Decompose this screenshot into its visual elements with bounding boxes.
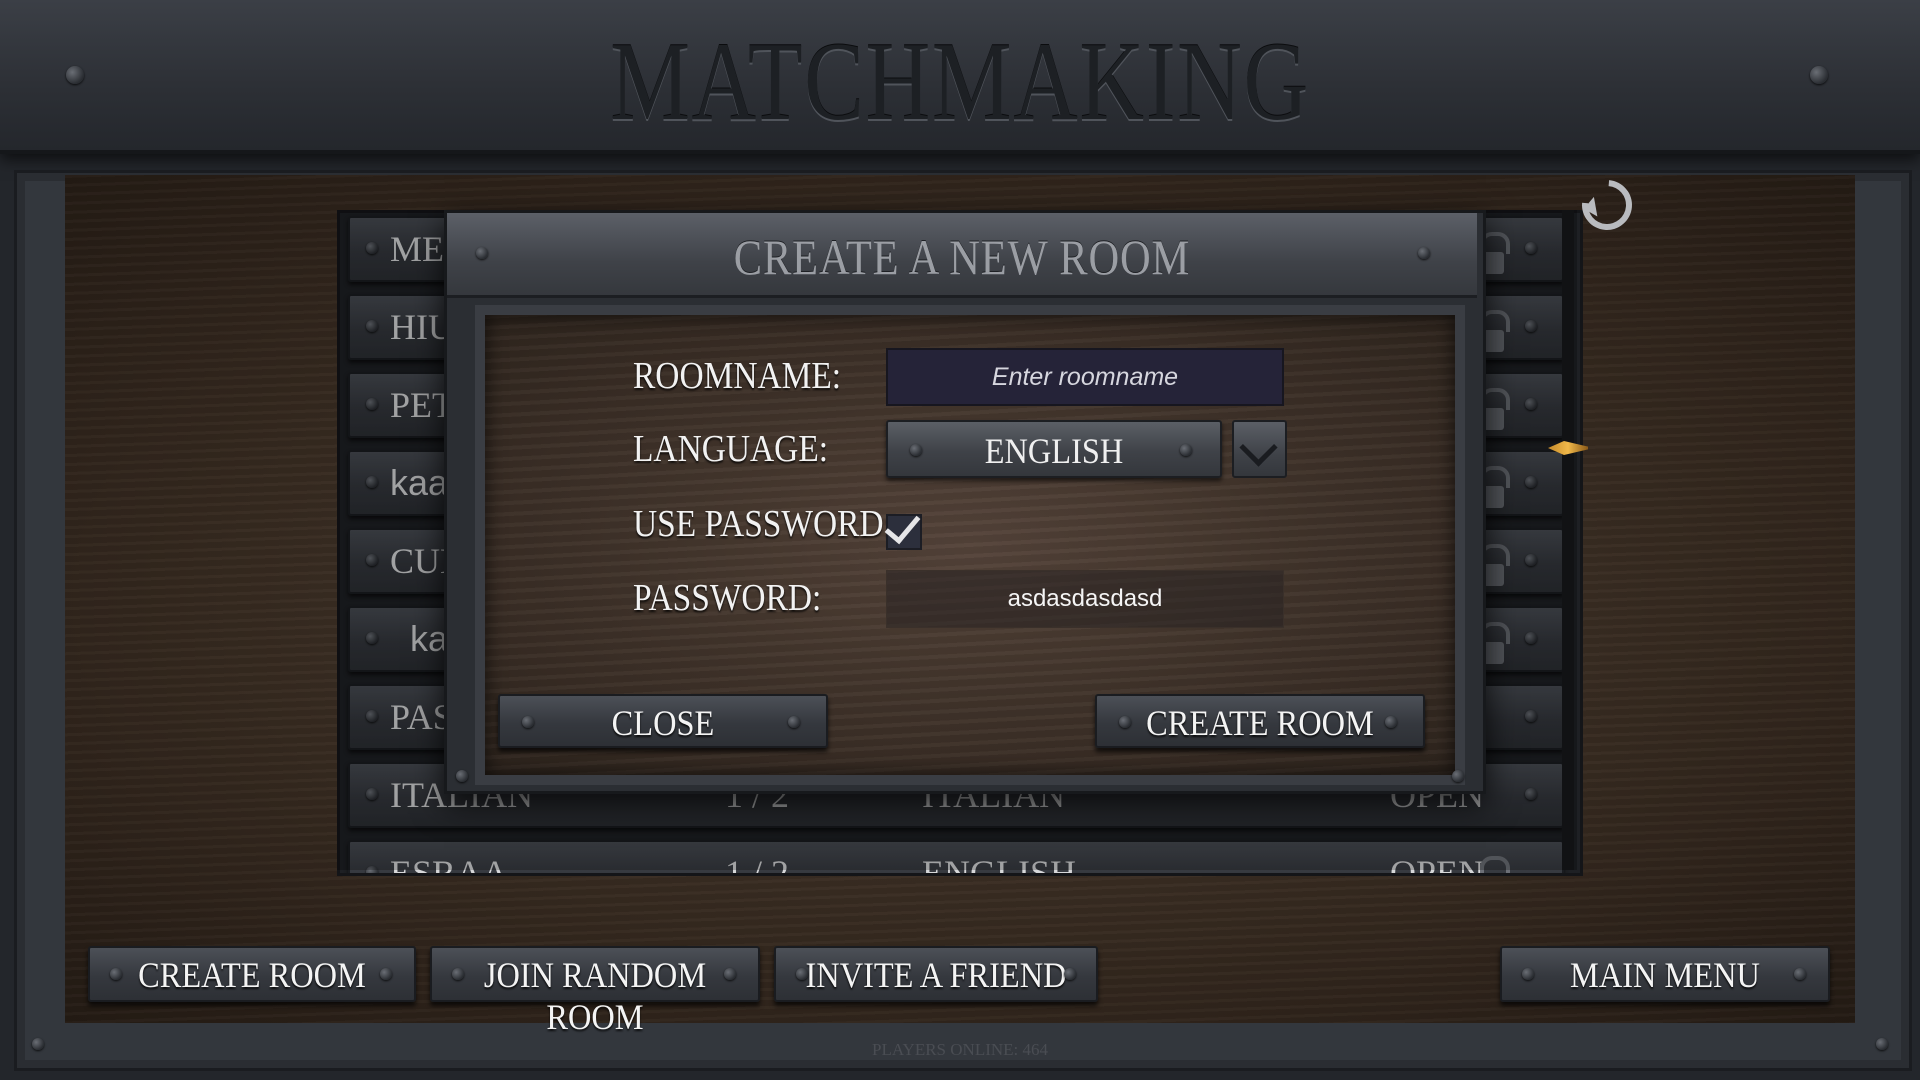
roomname-label: ROOMNAME:	[633, 355, 842, 397]
roomname-input[interactable]: Enter roomname	[886, 348, 1284, 406]
invite-friend-label: INVITE A FRIEND	[805, 955, 1067, 995]
language-label: LANGUAGE:	[633, 428, 829, 470]
players-online-text: PLAYERS ONLINE: 464	[872, 1040, 1048, 1059]
main-menu-label: MAIN MENU	[1570, 955, 1760, 995]
create-room-confirm-label: CREATE ROOM	[1146, 703, 1374, 743]
page-title: MATCHMAKING	[610, 20, 1310, 144]
join-random-room-button[interactable]: JOIN RANDOM ROOM	[430, 946, 760, 1037]
create-room-confirm-button[interactable]: CREATE ROOM	[1095, 694, 1425, 748]
rivet	[380, 968, 392, 980]
rivet	[66, 66, 84, 84]
create-room-button-label: CREATE ROOM	[138, 955, 366, 995]
create-room-button[interactable]: CREATE ROOM	[88, 946, 416, 1002]
rivet	[1810, 66, 1828, 84]
main-menu-button[interactable]: MAIN MENU	[1500, 946, 1830, 1002]
rivet	[1794, 968, 1806, 980]
invite-friend-button[interactable]: INVITE A FRIEND	[774, 946, 1098, 1002]
password-input[interactable]: asdasdasdasd	[886, 570, 1284, 628]
rivet	[788, 716, 800, 728]
rivet	[724, 968, 736, 980]
password-label: PASSWORD:	[633, 577, 822, 619]
join-random-room-label: JOIN RANDOM ROOM	[483, 955, 707, 1037]
close-button[interactable]: CLOSE	[498, 694, 828, 748]
close-button-label: CLOSE	[611, 703, 715, 743]
rivet	[1418, 247, 1430, 259]
rivet	[476, 247, 488, 259]
modal-title: CREATE A NEW ROOM	[733, 229, 1191, 285]
rivet	[456, 770, 468, 782]
language-value[interactable]: ENGLISH	[903, 430, 1205, 472]
rivet	[1452, 770, 1464, 782]
rivet	[1385, 716, 1397, 728]
use-password-label: USE PASSWORD:	[633, 503, 893, 545]
rivet	[1064, 968, 1076, 980]
